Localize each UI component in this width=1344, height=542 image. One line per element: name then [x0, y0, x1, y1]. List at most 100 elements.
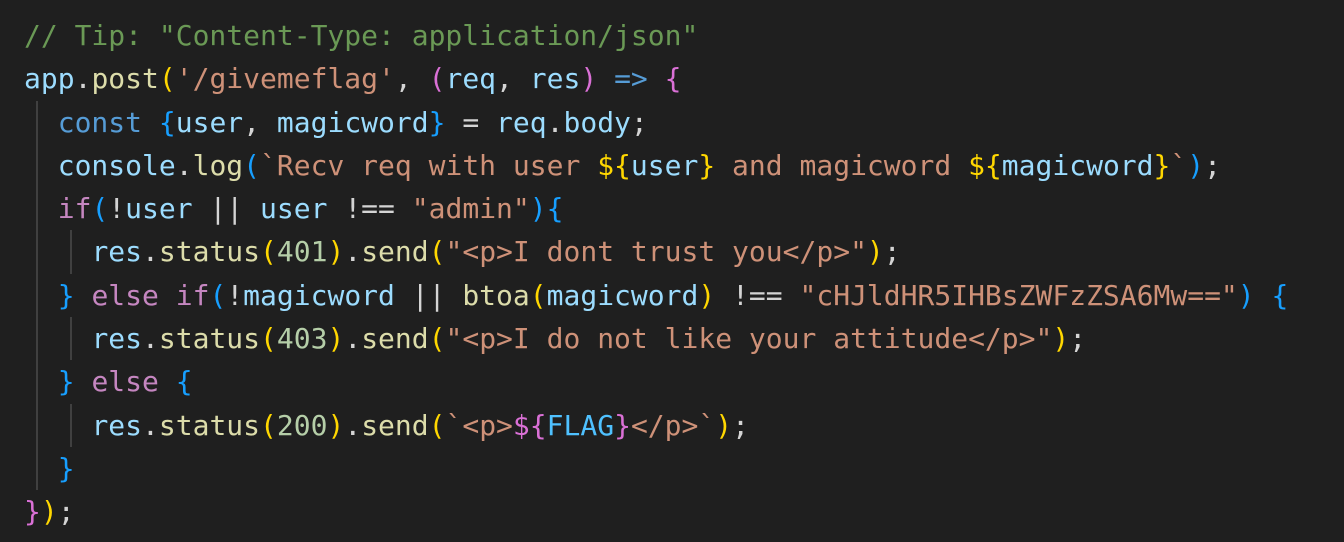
code-token-br3: {	[158, 105, 176, 139]
code-token-br1: (	[260, 235, 277, 269]
code-token-var: magicword	[243, 278, 395, 312]
code-line[interactable]: }	[24, 446, 1288, 491]
code-token-fn: status	[158, 235, 261, 269]
code-token-fn: btoa	[462, 278, 530, 312]
code-token-br1: }	[1153, 148, 1171, 182]
indentation	[24, 409, 91, 442]
code-token-str: "<p>I do not like your attitude</p>"	[445, 322, 1053, 356]
code-token-text: ||	[192, 192, 261, 226]
code-token-text: .	[546, 105, 564, 139]
code-line[interactable]: // Tip: "Content-Type: application/json"	[24, 14, 1288, 57]
code-token-text: .	[142, 408, 159, 442]
code-token-text: ;	[1204, 148, 1221, 182]
code-token-br1: (	[529, 278, 547, 312]
code-token-text: .	[142, 322, 159, 356]
code-line[interactable]: if(!user || user !== "admin"){	[24, 187, 1288, 231]
code-token-br1: )	[327, 408, 345, 442]
code-token-num: 403	[276, 322, 328, 356]
indentation	[24, 322, 91, 355]
code-token-str: `<p>	[445, 408, 513, 442]
code-line[interactable]: } else {	[24, 360, 1288, 404]
code-content[interactable]: // Tip: "Content-Type: application/json"…	[24, 14, 1288, 534]
indent-guide	[36, 360, 38, 404]
code-token-text: .	[344, 235, 362, 269]
code-token-kw-purple: if	[175, 278, 210, 312]
code-token-text: !	[108, 192, 126, 226]
indentation	[24, 365, 58, 398]
code-token-text: ;	[883, 235, 901, 269]
code-token-str: "admin"	[411, 192, 530, 226]
code-token-fn: send	[361, 408, 429, 442]
code-token-br3: }	[57, 451, 75, 485]
code-token-br1: ${	[597, 148, 631, 182]
code-token-br3: {	[546, 192, 564, 226]
indentation	[24, 192, 58, 225]
indentation	[24, 279, 58, 312]
code-line[interactable]: } else if(!magicword || btoa(magicword) …	[24, 273, 1288, 318]
code-token-text: !==	[327, 192, 412, 226]
code-token-text: ;	[57, 495, 75, 529]
indent-guide	[36, 273, 38, 318]
code-token-text: .	[175, 148, 193, 182]
code-token-kw-purple: if	[57, 192, 92, 226]
code-line[interactable]: const {user, magicword} = req.body;	[24, 100, 1288, 144]
indentation	[24, 235, 91, 268]
indent-guide	[70, 230, 72, 274]
code-token-comment: // Tip: "Content-Type: application/json"	[24, 19, 699, 52]
code-token-br3: }	[57, 278, 75, 312]
code-token-text: ,	[243, 105, 277, 139]
code-token-br2: ${	[512, 408, 547, 442]
code-token-text: !==	[715, 278, 800, 312]
code-token-var: req	[496, 105, 547, 139]
code-token-fn: status	[158, 322, 261, 356]
code-token-var: user	[260, 192, 328, 226]
code-token-br3: {	[175, 365, 193, 399]
code-token-br2: {	[664, 62, 682, 96]
code-token-br1: (	[260, 322, 277, 356]
code-line[interactable]: res.status(401).send("<p>I dont trust yo…	[24, 230, 1288, 274]
code-token-str: "<p>I dont trust you</p>"	[445, 235, 867, 269]
code-token-br2: (	[428, 62, 446, 96]
code-token-var: user	[630, 148, 699, 182]
code-token-kw-purple: else	[91, 278, 159, 312]
code-editor[interactable]: // Tip: "Content-Type: application/json"…	[0, 0, 1344, 542]
code-token-text: .	[344, 408, 362, 442]
indent-guide	[36, 317, 38, 361]
code-token-num: 401	[276, 235, 328, 269]
code-line[interactable]: res.status(200).send(`<p>${FLAG}</p>`);	[24, 403, 1288, 447]
code-token-var: user	[175, 105, 244, 139]
code-line[interactable]: console.log(`Recv req with user ${user} …	[24, 143, 1288, 188]
code-token-fn: log	[192, 148, 244, 182]
code-token-br1: )	[698, 278, 716, 312]
code-token-br1: (	[428, 408, 446, 442]
code-token-br1: )	[327, 235, 345, 269]
code-token-text: ||	[394, 278, 463, 312]
code-token-text: ,	[496, 62, 530, 96]
code-token-text: .	[344, 322, 362, 356]
code-token-num: 200	[276, 408, 328, 442]
code-token-text: ,	[394, 62, 429, 96]
code-line[interactable]: res.status(403).send("<p>I do not like y…	[24, 317, 1288, 361]
code-token-str: `	[1170, 148, 1188, 182]
code-token-text: .	[142, 235, 159, 269]
code-line[interactable]: app.post('/givemeflag', (req, res) => {	[24, 57, 1288, 100]
code-token-br1: }	[698, 148, 716, 182]
code-token-br1: )	[327, 322, 345, 356]
code-token-str: and magicword	[715, 148, 969, 182]
code-token-br2: )	[580, 62, 598, 96]
code-token-br3: (	[243, 148, 261, 182]
code-token-var: body	[563, 105, 631, 139]
indentation	[24, 106, 58, 139]
code-line[interactable]: });	[24, 490, 1288, 533]
code-token-br3: )	[1237, 278, 1255, 312]
code-token-kw-blue: =>	[614, 62, 648, 96]
code-token-br1: )	[40, 495, 58, 529]
code-token-var: res	[91, 235, 143, 269]
code-token-br1: (	[158, 62, 176, 96]
